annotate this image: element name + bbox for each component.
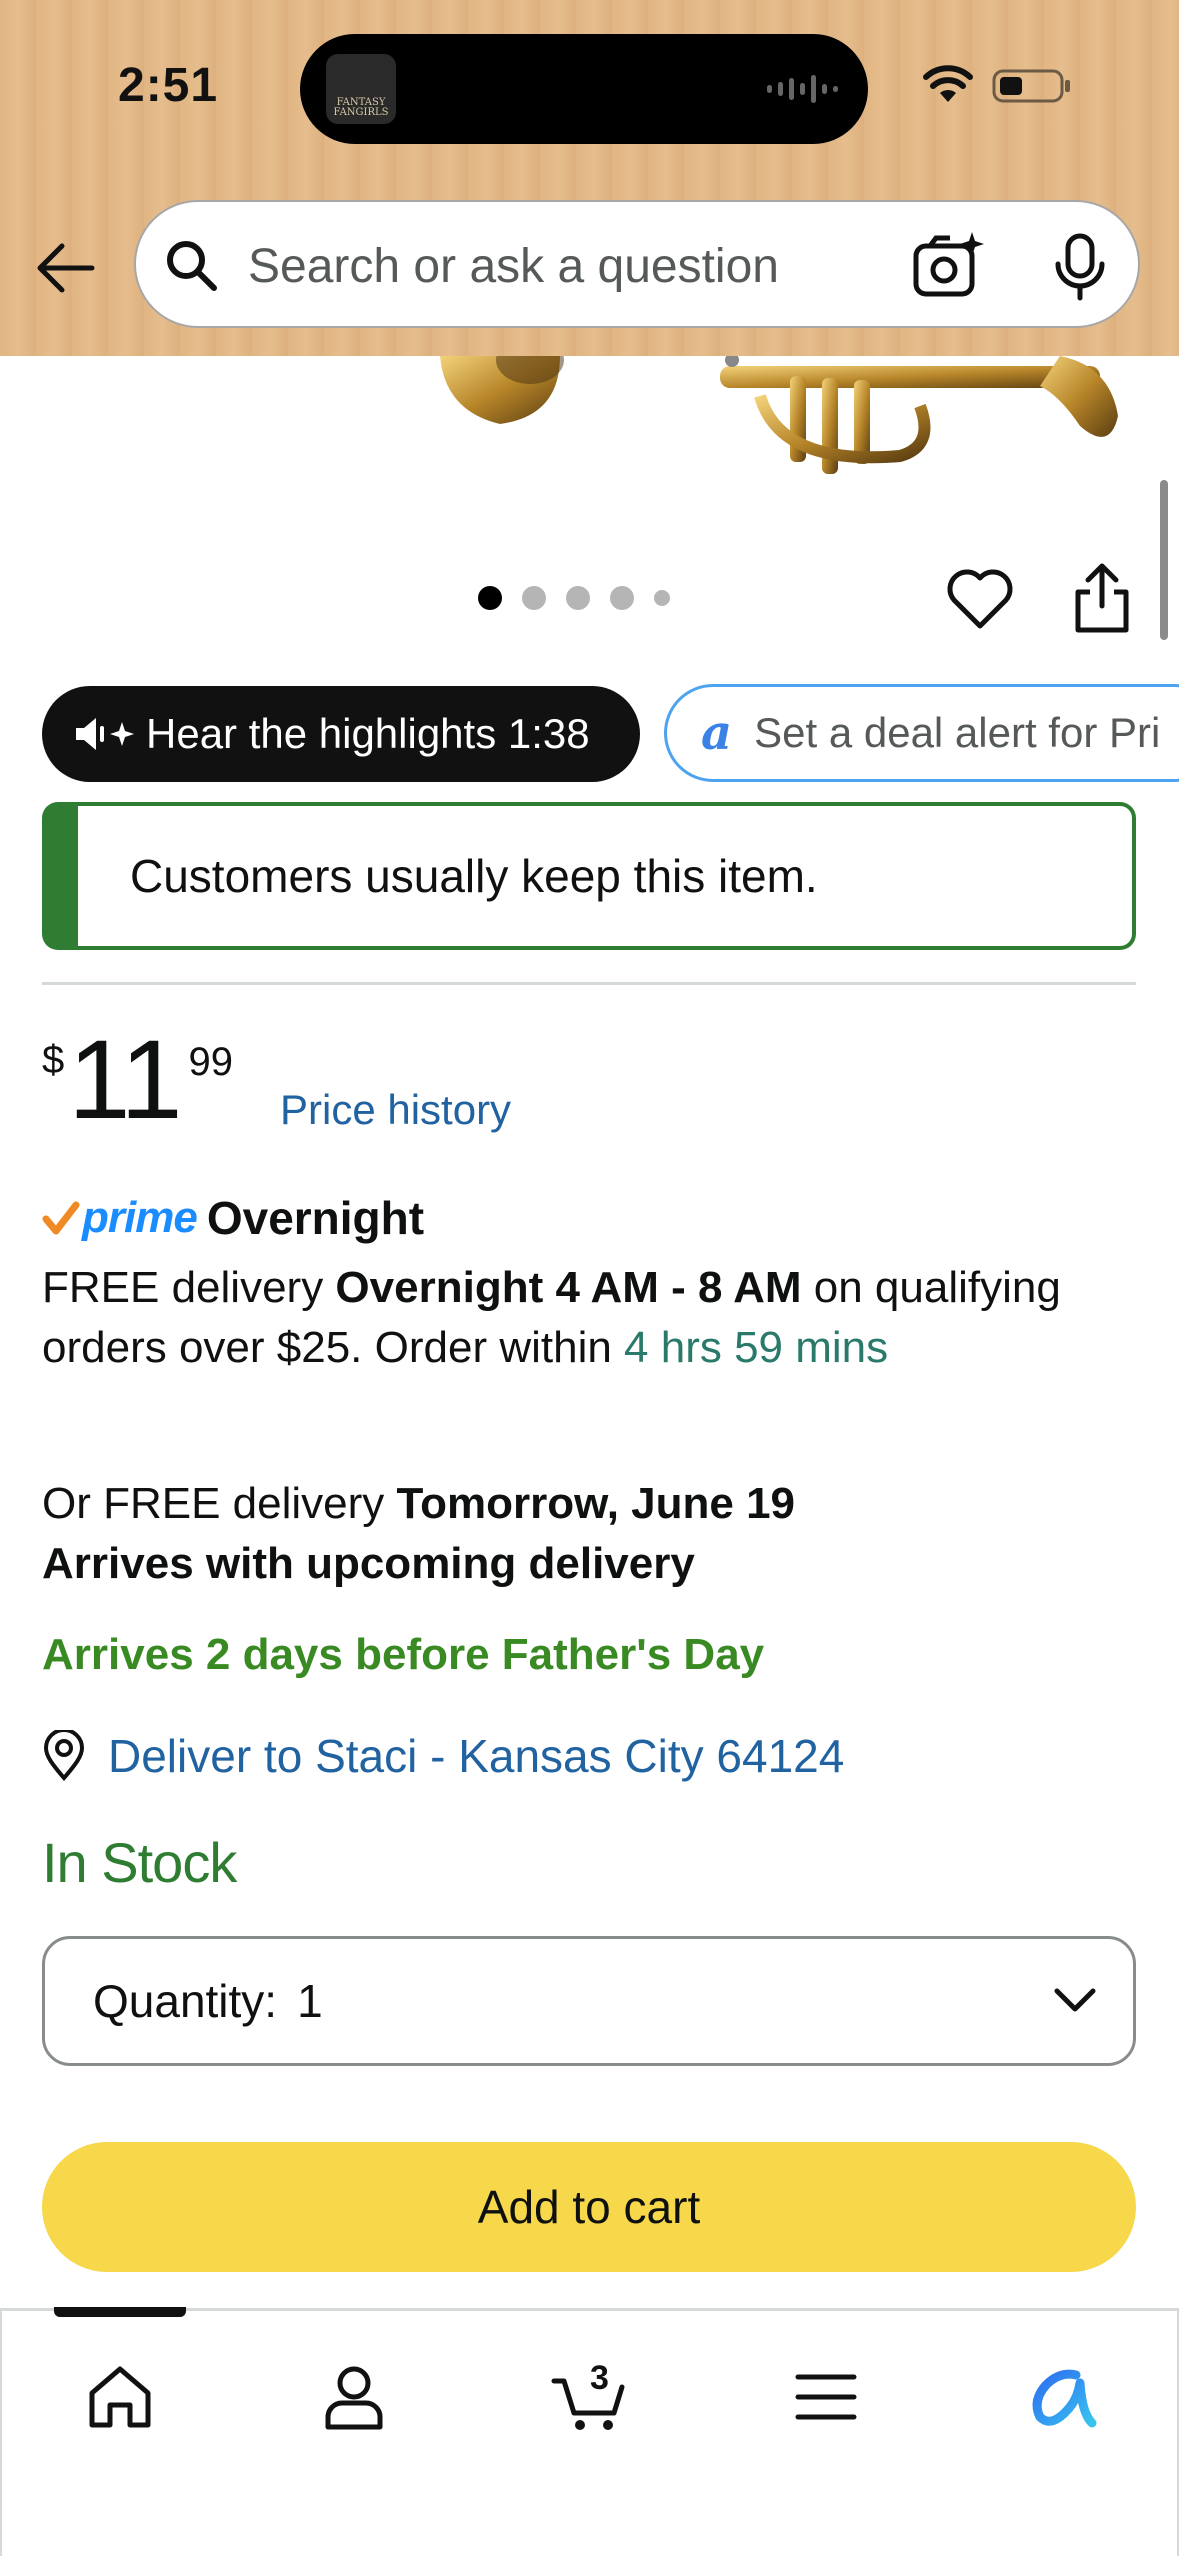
pagination-dot[interactable]: [566, 586, 590, 610]
battery-icon: [992, 69, 1070, 103]
now-playing-app-logo: FANTASY FANGIRLS: [326, 54, 396, 124]
active-tab-indicator: [54, 2307, 186, 2317]
alternate-delivery-message: Or FREE delivery Tomorrow, June 19 Arrive…: [42, 1474, 1142, 1594]
keep-item-text: Customers usually keep this item.: [130, 850, 818, 902]
audio-wave-icon: [767, 74, 838, 104]
heart-icon[interactable]: [946, 566, 1014, 632]
nav-rufus[interactable]: [1010, 2347, 1110, 2447]
top-header: 2:51 FANTASY FANGIRLS: [0, 0, 1179, 356]
stock-status: In Stock: [42, 1831, 237, 1894]
nav-account[interactable]: [304, 2347, 404, 2447]
alt-delivery-prefix: Or FREE delivery: [42, 1479, 397, 1528]
camera-search-icon[interactable]: [912, 230, 986, 302]
wifi-icon: [923, 65, 973, 102]
quantity-value: 1: [297, 1975, 323, 2027]
rufus-icon: a: [701, 705, 733, 761]
nav-cart[interactable]: 3: [540, 2347, 640, 2447]
search-bar[interactable]: [134, 200, 1140, 328]
section-divider: [42, 982, 1136, 985]
deliver-to-link[interactable]: Deliver to Staci - Kansas City 64124: [42, 1726, 844, 1786]
price-history-link[interactable]: Price history: [280, 1086, 511, 1134]
price: $ 11 99: [42, 1024, 233, 1144]
search-input[interactable]: [248, 232, 888, 300]
menu-icon: [795, 2374, 857, 2420]
pagination-dot[interactable]: [610, 586, 634, 610]
hear-highlights-label: Hear the highlights 1:38: [146, 710, 590, 757]
product-image[interactable]: [0, 356, 1179, 486]
microphone-icon[interactable]: [1048, 232, 1112, 302]
page-scrollbar[interactable]: [1160, 480, 1168, 640]
dynamic-island: FANTASY FANGIRLS: [300, 34, 868, 144]
chevron-down-icon: [1054, 1988, 1096, 2012]
price-whole: 11: [68, 1017, 182, 1142]
deliver-to-text[interactable]: Deliver to Staci - Kansas City 64124: [108, 1729, 844, 1783]
nav-menu[interactable]: [776, 2347, 876, 2447]
account-icon: [325, 2366, 383, 2430]
deal-alert-button[interactable]: a Set a deal alert for Pri: [664, 684, 1179, 782]
delivery-countdown: 4 hrs 59 mins: [624, 1323, 889, 1372]
alt-delivery-date: Tomorrow, June 19: [396, 1479, 796, 1528]
search-icon: [167, 241, 217, 291]
price-fraction: 99: [188, 1040, 234, 1084]
image-pagination-dots[interactable]: [478, 586, 670, 610]
prime-check-icon: [42, 1201, 80, 1235]
speaker-sparkle-icon: [76, 718, 134, 750]
trumpet-image: [440, 356, 1118, 474]
location-pin-icon: [43, 1730, 85, 1782]
quantity-label: Quantity:: [93, 1975, 278, 2027]
pagination-dot[interactable]: [478, 586, 502, 610]
prime-logo-text: prime: [82, 1193, 198, 1242]
primary-delivery-message: FREE delivery Overnight 4 AM - 8 AM on q…: [42, 1258, 1142, 1378]
pagination-dot[interactable]: [522, 586, 546, 610]
rufus-icon: [1032, 2369, 1097, 2428]
bottom-navigation: 3: [0, 2307, 1179, 2556]
keep-item-banner: Customers usually keep this item.: [42, 802, 1136, 950]
prime-speed: Overnight: [206, 1192, 425, 1244]
share-icon[interactable]: [1072, 562, 1132, 634]
delivery-window: Overnight 4 AM - 8 AM: [335, 1263, 802, 1312]
pagination-dot[interactable]: [654, 590, 670, 606]
occasion-message: Arrives 2 days before Father's Day: [42, 1630, 765, 1679]
quantity-selector[interactable]: Quantity: 1: [42, 1936, 1136, 2066]
status-time: 2:51: [118, 59, 219, 112]
back-arrow-icon[interactable]: [34, 236, 98, 300]
price-symbol: $: [42, 1038, 65, 1082]
cart-count-badge: 3: [590, 2359, 609, 2397]
home-icon: [89, 2366, 151, 2428]
nav-home[interactable]: [70, 2347, 170, 2447]
delivery-prefix: FREE delivery: [42, 1263, 336, 1312]
hear-highlights-button[interactable]: Hear the highlights 1:38: [42, 686, 640, 782]
add-to-cart-button[interactable]: Add to cart: [42, 2142, 1136, 2272]
deal-alert-label: Set a deal alert for Pri: [754, 709, 1161, 756]
alt-delivery-note: Arrives with upcoming delivery: [42, 1539, 695, 1588]
prime-badge: prime Overnight: [42, 1190, 424, 1246]
